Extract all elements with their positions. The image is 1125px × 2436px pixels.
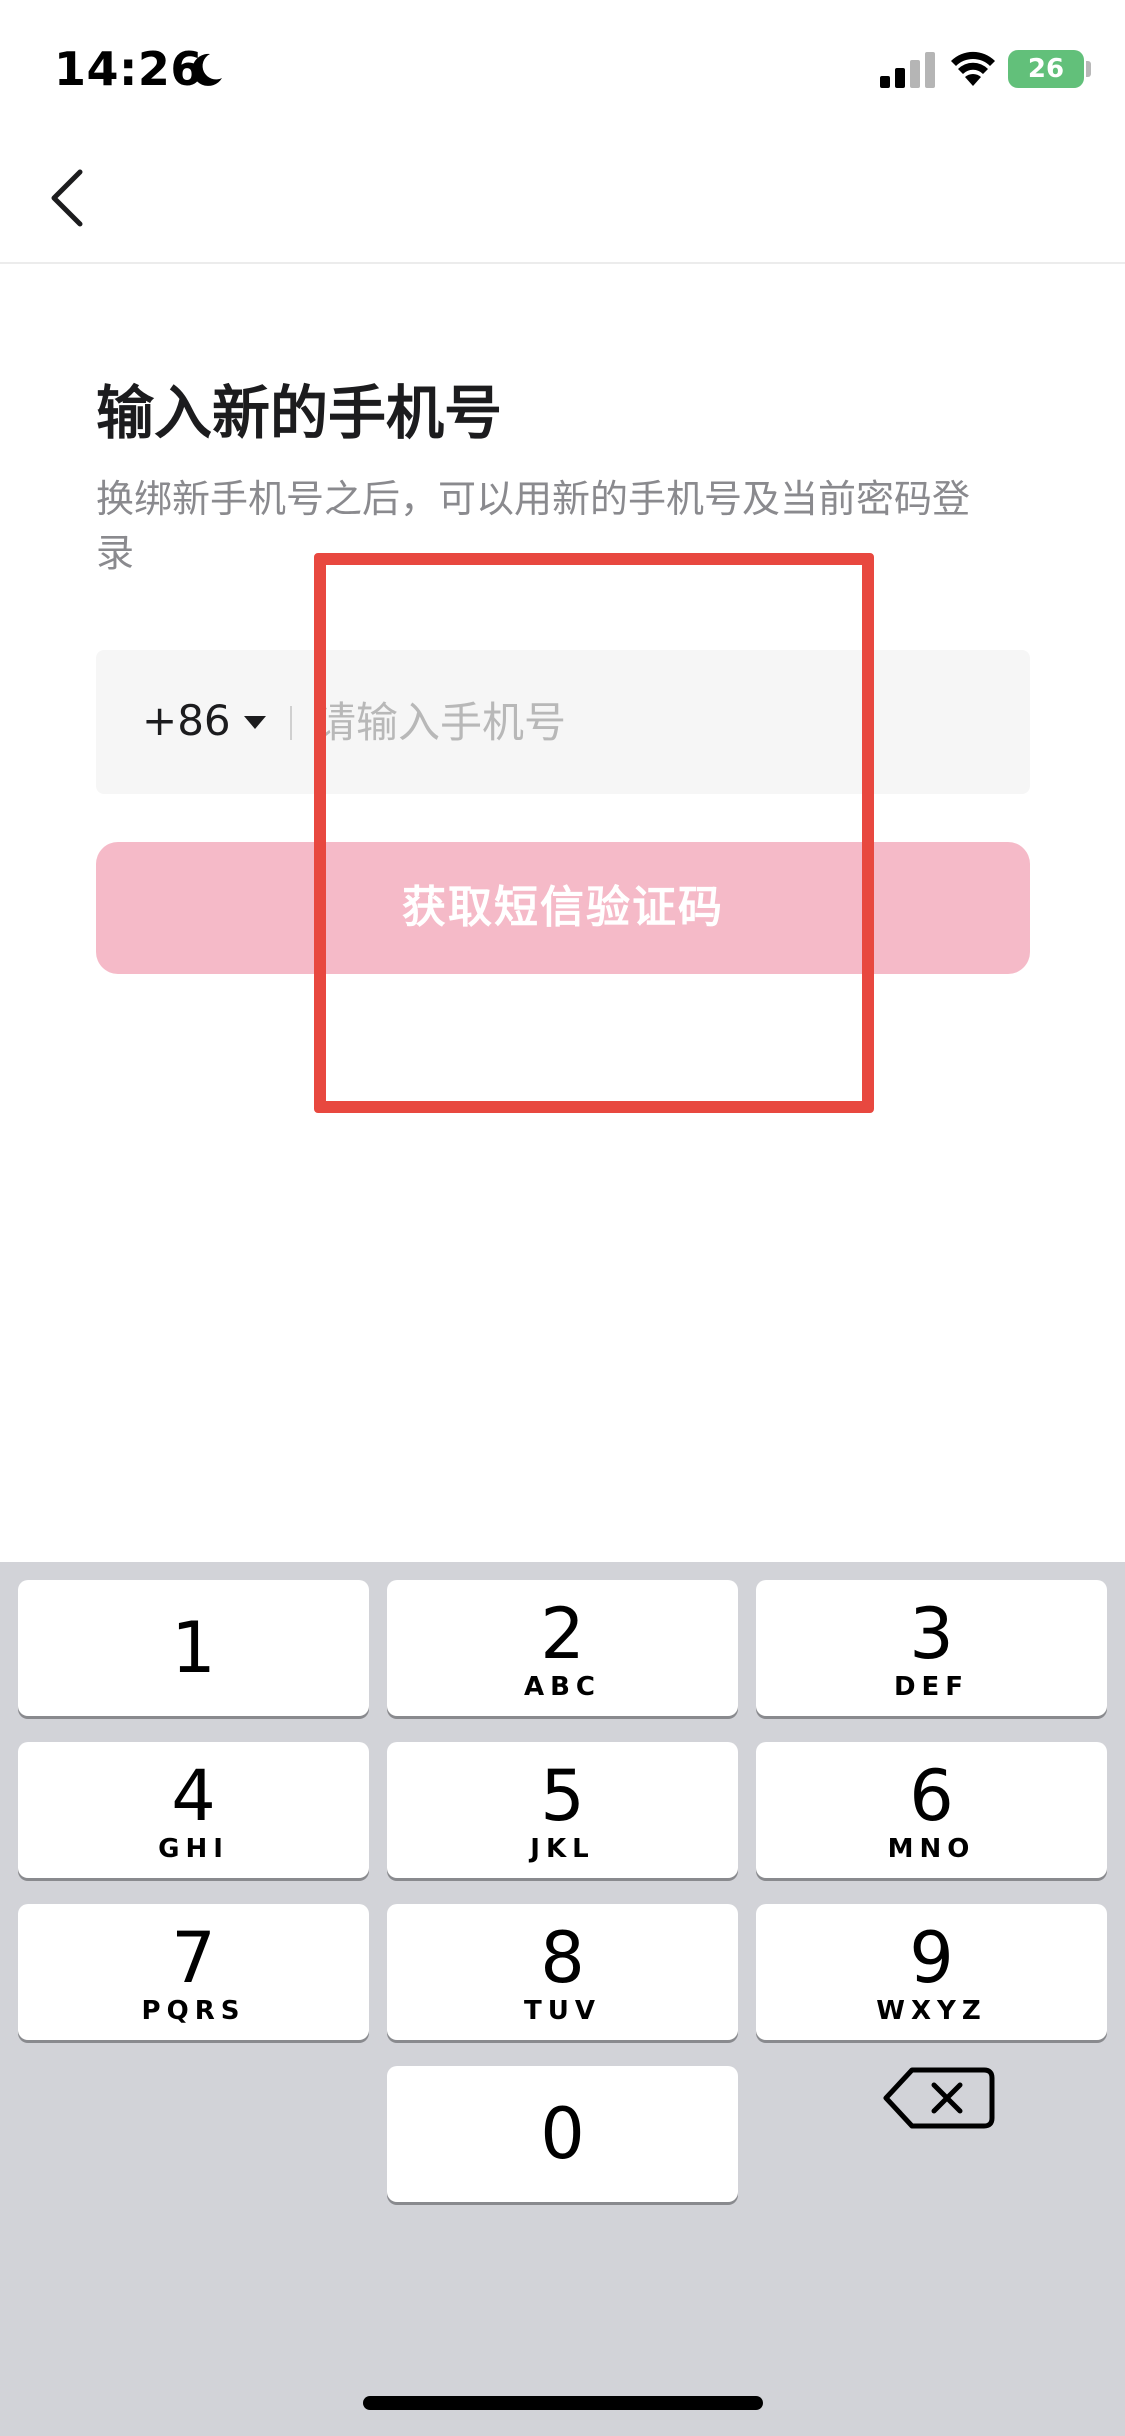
- key-5[interactable]: 5 JKL: [387, 1742, 738, 1878]
- key-letters: PQRS: [141, 1996, 246, 2026]
- key-7[interactable]: 7 PQRS: [18, 1904, 369, 2040]
- wifi-icon: [951, 51, 995, 86]
- country-code-selector[interactable]: +86: [142, 696, 231, 745]
- field-divider: [290, 706, 292, 740]
- key-digit: 0: [540, 2093, 585, 2175]
- key-digit: 5: [540, 1755, 585, 1837]
- moon-icon: [192, 53, 222, 86]
- key-letters: TUV: [524, 1996, 601, 2026]
- key-letters: JKL: [530, 1834, 595, 1864]
- key-letters: MNO: [887, 1834, 976, 1864]
- delete-key[interactable]: [878, 2058, 998, 2138]
- back-button[interactable]: [40, 150, 100, 246]
- battery-icon: 26: [1008, 50, 1084, 88]
- key-digit: 2: [540, 1593, 585, 1675]
- page-title: 输入新的手机号: [96, 379, 503, 447]
- key-6[interactable]: 6 MNO: [756, 1742, 1107, 1878]
- key-digit: 7: [171, 1917, 216, 1999]
- home-indicator[interactable]: [363, 2396, 763, 2410]
- key-letters: WXYZ: [876, 1996, 987, 2026]
- key-letters: ABC: [523, 1672, 602, 1702]
- battery-level: 26: [1027, 54, 1065, 84]
- key-8[interactable]: 8 TUV: [387, 1904, 738, 2040]
- battery-tip: [1086, 61, 1091, 77]
- chevron-left-icon: [51, 169, 83, 227]
- key-digit: 6: [909, 1755, 954, 1837]
- key-digit: 9: [909, 1917, 954, 1999]
- key-letters: DEF: [893, 1672, 970, 1702]
- key-letters: GHI: [158, 1834, 229, 1864]
- key-digit: 1: [171, 1607, 216, 1689]
- caret-down-icon[interactable]: [244, 716, 266, 729]
- backspace-icon: [883, 2067, 995, 2129]
- key-4[interactable]: 4 GHI: [18, 1742, 369, 1878]
- status-bar: 14:26 26: [0, 0, 1125, 140]
- key-3[interactable]: 3 DEF: [756, 1580, 1107, 1716]
- status-time: 14:26: [54, 42, 203, 96]
- highlight-annotation-box: [314, 553, 874, 1113]
- key-digit: 3: [909, 1593, 954, 1675]
- cellular-signal-icon: [880, 52, 935, 88]
- key-1[interactable]: 1: [18, 1580, 369, 1716]
- key-0[interactable]: 0: [387, 2066, 738, 2202]
- key-digit: 8: [540, 1917, 585, 1999]
- nav-divider: [0, 262, 1125, 264]
- key-digit: 4: [171, 1755, 216, 1837]
- key-9[interactable]: 9 WXYZ: [756, 1904, 1107, 2040]
- key-2[interactable]: 2 ABC: [387, 1580, 738, 1716]
